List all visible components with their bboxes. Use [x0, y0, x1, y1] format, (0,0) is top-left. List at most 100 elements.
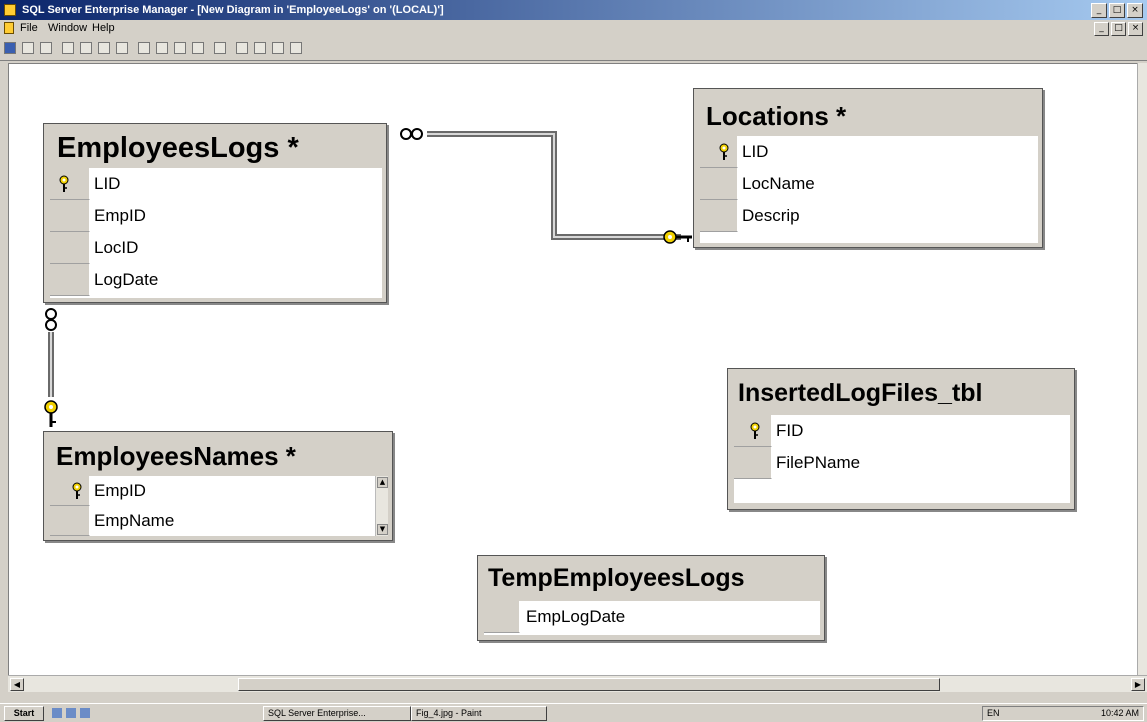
- media-player-icon[interactable]: [80, 708, 90, 718]
- scroll-right-arrow-icon[interactable]: ▶: [1131, 678, 1145, 691]
- table-title: EmployeesLogs *: [57, 132, 299, 164]
- column-name: FilePName: [776, 453, 861, 472]
- column-name: LID: [742, 142, 769, 161]
- child-minimize-button[interactable]: _: [1094, 22, 1109, 36]
- primary-key-icon: [72, 482, 82, 499]
- menu-file[interactable]: File: [20, 22, 38, 34]
- horizontal-scrollbar[interactable]: ◀ ▶: [8, 675, 1147, 692]
- toolbar: [0, 38, 1147, 61]
- table-employeesnames[interactable]: EmployeesNames * EmpID EmpName ▲ ▼: [43, 431, 393, 541]
- manage-constraints-icon[interactable]: [272, 42, 284, 54]
- one-end-key-icon: [44, 400, 58, 427]
- window-controls: _ □ ×: [1091, 3, 1143, 18]
- window-title-bar[interactable]: SQL Server Enterprise Manager - [New Dia…: [0, 0, 1147, 20]
- add-table-icon[interactable]: [138, 42, 150, 54]
- table-locations[interactable]: Locations * LID LocName Descrip: [693, 88, 1043, 248]
- paste-icon[interactable]: [116, 42, 128, 54]
- print-icon[interactable]: [40, 42, 52, 54]
- relationship-employeeslogs-locations[interactable]: [427, 131, 681, 240]
- show-desktop-icon[interactable]: [52, 708, 62, 718]
- scroll-left-arrow-icon[interactable]: ◀: [10, 678, 24, 691]
- browser-icon[interactable]: [66, 708, 76, 718]
- menu-bar: File Window Help _ □ ×: [0, 20, 1147, 38]
- new-text-annotation-icon[interactable]: [290, 42, 302, 54]
- column-name: EmpLogDate: [526, 607, 626, 626]
- column-name: Descrip: [742, 206, 800, 225]
- row-selector[interactable]: [50, 264, 90, 296]
- column-name: EmpID: [94, 481, 146, 500]
- column-name: FID: [776, 421, 804, 440]
- row-selector[interactable]: [484, 601, 520, 633]
- table-title: TempEmployeesLogs: [488, 564, 745, 592]
- manage-relationships-icon[interactable]: [254, 42, 266, 54]
- column-row-empid[interactable]: EmpID: [50, 476, 388, 506]
- copy-icon[interactable]: [98, 42, 110, 54]
- primary-key-icon: [750, 422, 760, 439]
- child-close-button[interactable]: ×: [1128, 22, 1143, 36]
- column-row-filepname[interactable]: FilePName: [734, 447, 1070, 479]
- app-icon: [4, 4, 16, 16]
- column-row-emplogdate[interactable]: EmpLogDate: [484, 601, 820, 633]
- column-row-lid[interactable]: LID: [50, 168, 382, 200]
- child-maximize-button[interactable]: □: [1111, 22, 1126, 36]
- table-insertedlogfiles[interactable]: InsertedLogFiles_tbl FID FilePName: [727, 368, 1075, 510]
- primary-key-icon: [719, 143, 729, 160]
- column-row-empname[interactable]: EmpName: [50, 506, 388, 536]
- column-row-lid[interactable]: LID: [700, 136, 1038, 168]
- minimize-button[interactable]: _: [1091, 3, 1107, 18]
- column-row-descrip[interactable]: Descrip: [700, 200, 1038, 232]
- row-selector[interactable]: [700, 168, 738, 200]
- cut-icon[interactable]: [80, 42, 92, 54]
- column-row-locid[interactable]: LocID: [50, 232, 382, 264]
- start-button[interactable]: Start: [4, 706, 44, 721]
- row-selector[interactable]: [50, 200, 90, 232]
- menu-window[interactable]: Window: [48, 22, 87, 34]
- column-row-empid[interactable]: EmpID: [50, 200, 382, 232]
- window-title: SQL Server Enterprise Manager - [New Dia…: [22, 4, 444, 16]
- row-selector[interactable]: [700, 200, 738, 232]
- save-icon[interactable]: [4, 42, 16, 54]
- table-employeeslogs[interactable]: EmployeesLogs * LID EmpID LocID LogDate: [43, 123, 387, 303]
- table-title: EmployeesNames *: [56, 441, 296, 471]
- one-end-key-icon: [663, 230, 692, 244]
- task-paint[interactable]: Fig_4.jpg - Paint: [411, 706, 547, 721]
- table-tempemployeeslogs[interactable]: TempEmployeesLogs EmpLogDate: [477, 555, 825, 641]
- column-name: LocName: [742, 174, 815, 193]
- many-end-infinity-icon: [400, 128, 423, 140]
- row-selector[interactable]: [734, 447, 772, 479]
- close-button[interactable]: ×: [1127, 3, 1143, 18]
- maximize-button[interactable]: □: [1109, 3, 1125, 18]
- table-title: Locations *: [706, 101, 847, 131]
- row-selector[interactable]: [50, 168, 90, 200]
- column-list-scrollbar[interactable]: ▲ ▼: [375, 476, 388, 536]
- add-related-tables-icon[interactable]: [156, 42, 168, 54]
- column-row-locname[interactable]: LocName: [700, 168, 1038, 200]
- primary-key-icon: [59, 175, 69, 192]
- properties-icon[interactable]: [22, 42, 34, 54]
- column-row-fid[interactable]: FID: [734, 415, 1070, 447]
- scroll-down-arrow-icon[interactable]: ▼: [377, 524, 388, 535]
- menu-help[interactable]: Help: [92, 22, 115, 34]
- manage-indexes-icon[interactable]: [236, 42, 248, 54]
- zoom-icon[interactable]: [174, 42, 186, 54]
- column-row-logdate[interactable]: LogDate: [50, 264, 382, 296]
- clock[interactable]: 10:42 AM: [1101, 707, 1139, 720]
- scroll-thumb[interactable]: [238, 678, 940, 691]
- status-bar: [0, 691, 1147, 703]
- vertical-scrollbar[interactable]: [1137, 63, 1147, 675]
- scroll-up-arrow-icon[interactable]: ▲: [377, 477, 388, 488]
- task-sql-server-enterprise-manager[interactable]: SQL Server Enterprise...: [263, 706, 411, 721]
- language-indicator[interactable]: EN: [987, 707, 1000, 720]
- table-title: InsertedLogFiles_tbl: [738, 379, 983, 407]
- new-table-icon[interactable]: [62, 42, 74, 54]
- table-view-icon[interactable]: [214, 42, 226, 54]
- row-selector[interactable]: [50, 506, 90, 536]
- column-name: LocID: [94, 238, 139, 257]
- column-list: EmpLogDate: [484, 601, 820, 635]
- document-icon[interactable]: [4, 22, 14, 34]
- column-list: EmpID EmpName ▲ ▼: [50, 476, 388, 536]
- arrange-tables-icon[interactable]: [192, 42, 204, 54]
- row-selector[interactable]: [50, 476, 90, 506]
- diagram-canvas[interactable]: EmployeesLogs * LID EmpID LocID LogDate …: [8, 63, 1139, 676]
- row-selector[interactable]: [50, 232, 90, 264]
